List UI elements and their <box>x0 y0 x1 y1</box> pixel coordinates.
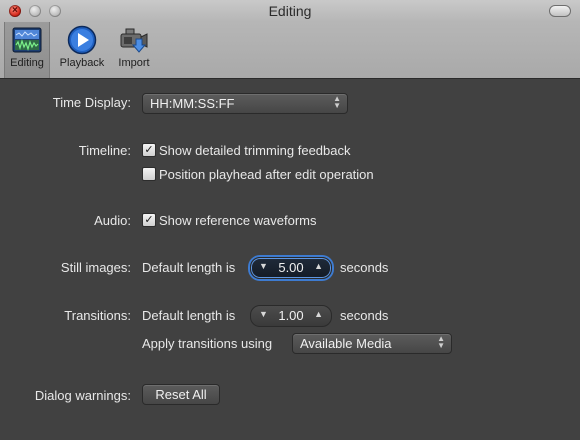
reference-waveforms-checkbox[interactable]: ✓ <box>142 213 156 227</box>
popup-arrows-icon: ▲ ▼ <box>437 334 445 350</box>
transitions-label: Transitions: <box>64 308 131 323</box>
apply-transitions-label: Apply transitions using <box>142 336 273 351</box>
play-circle-icon <box>67 25 97 55</box>
preferences-content: Time Display: HH:MM:SS:FF ▲ ▼ Timeline: ✓… <box>0 79 580 440</box>
checkmark-icon: ✓ <box>144 144 154 156</box>
tab-playback[interactable]: Playback <box>55 22 109 78</box>
checkmark-icon: ✓ <box>144 214 154 226</box>
tab-playback-label: Playback <box>59 57 105 69</box>
tab-import-label: Import <box>118 57 150 69</box>
time-display-label: Time Display: <box>52 95 131 110</box>
position-playhead-checkbox[interactable] <box>142 167 156 181</box>
transitions-suffix: seconds <box>340 308 389 323</box>
transitions-prefix: Default length is <box>142 308 236 323</box>
popup-arrows-icon: ▲ ▼ <box>333 94 341 110</box>
timeline-label: Timeline: <box>78 143 131 158</box>
time-display-value: HH:MM:SS:FF <box>150 96 235 111</box>
position-playhead-text: Position playhead after edit operation <box>159 167 374 182</box>
reset-all-button[interactable]: Reset All <box>142 384 220 405</box>
still-images-prefix: Default length is <box>142 260 236 275</box>
still-images-stepper[interactable]: ▼ 5.00 ▲ <box>250 257 332 279</box>
transitions-stepper[interactable]: ▼ 1.00 ▲ <box>250 305 332 327</box>
increment-icon[interactable]: ▲ <box>314 309 323 319</box>
dialog-warnings-label: Dialog warnings: <box>34 388 131 403</box>
trimming-feedback-text: Show detailed trimming feedback <box>159 143 351 158</box>
still-images-suffix: seconds <box>340 260 389 275</box>
apply-transitions-value: Available Media <box>300 336 392 351</box>
audio-label: Audio: <box>94 213 131 228</box>
toolbar-toggle-button[interactable] <box>549 5 571 17</box>
time-display-popup[interactable]: HH:MM:SS:FF ▲ ▼ <box>142 93 348 114</box>
reference-waveforms-text: Show reference waveforms <box>159 213 317 228</box>
titlebar: × Editing Editing Playback Import <box>0 0 580 79</box>
camera-import-icon <box>120 28 148 53</box>
tab-editing-label: Editing <box>10 57 44 69</box>
preferences-window: × Editing Editing Playback Import Time D… <box>0 0 580 440</box>
window-title: Editing <box>268 3 312 19</box>
tab-import[interactable]: Import <box>112 22 156 78</box>
tab-editing[interactable]: Editing <box>4 22 50 78</box>
apply-transitions-popup[interactable]: Available Media ▲ ▼ <box>292 333 452 354</box>
increment-icon[interactable]: ▲ <box>314 261 323 271</box>
still-images-label: Still images: <box>60 260 131 275</box>
trimming-feedback-checkbox[interactable]: ✓ <box>142 143 156 157</box>
editing-waveform-icon <box>12 27 42 53</box>
